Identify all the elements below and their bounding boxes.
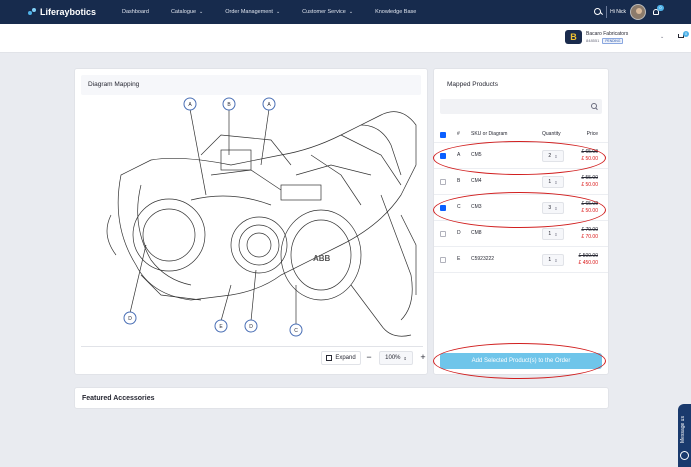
nav-dashboard[interactable]: Dashboard [122,9,149,15]
account-sub: 848551 PENDING [586,37,628,44]
search-icon[interactable] [591,103,598,110]
mapped-header: Mapped Products [440,75,602,95]
row-sku: CM4 [471,178,482,184]
sale-price: £ 70.00 [581,234,598,240]
expand-label: Expand [335,355,356,361]
nav-knowledge-base[interactable]: Knowledge Base [375,9,416,15]
col-hash: # [457,131,460,137]
avatar[interactable] [630,4,646,20]
notifications-button[interactable]: 0 [652,5,664,17]
row-pin: E [457,256,461,262]
account-id: 848551 [586,38,600,43]
message-us-label: Message us [680,416,686,444]
diagram-title: Diagram Mapping [88,81,140,88]
updown-icon: ⇕ [554,179,558,185]
list-price: £ 500.00 [578,253,598,259]
annotation-ellipse [433,141,606,175]
zoom-select[interactable]: 100% ⇕ [379,351,413,365]
updown-icon: ⇕ [554,231,558,237]
zoom-out-button[interactable]: − [363,351,375,365]
chat-icon [680,451,689,460]
row-checkbox[interactable] [440,231,446,237]
brand-logo[interactable]: Liferaybotics [28,7,96,17]
nav-dashboard-label: Dashboard [122,9,149,15]
notification-badge: 0 [657,5,664,11]
expand-icon [326,355,333,361]
account-selector[interactable]: B Bacaro Fabricators 848551 PENDING [565,30,628,44]
row-checkbox[interactable] [440,257,446,263]
select-all-checkbox[interactable] [440,132,446,138]
featured-accessories-card: Featured Accessories [74,387,609,409]
quantity-select[interactable]: 1 ⇕ [542,254,564,266]
nav-order-management[interactable]: Order Management ⌄ [225,9,280,15]
sale-price: £ 50.00 [581,182,598,188]
diagram-mapping-card: Diagram Mapping A B A D E D C ABB Expand… [74,68,428,375]
quantity-value: 1 [548,179,552,185]
cart-button[interactable]: 0 [678,31,689,41]
user-greeting[interactable]: Hi Nick [610,9,626,15]
row-sku: CM8 [471,230,482,236]
nav-customer-service-label: Customer Service [302,9,346,15]
divider [606,6,608,18]
account-info: Bacaro Fabricators 848551 PENDING [586,31,628,44]
updown-icon: ⇕ [403,355,407,361]
sale-price: £ 450.00 [578,260,598,266]
brand-name: Liferaybotics [40,7,97,17]
annotation-ellipse [433,192,606,228]
nav-order-management-label: Order Management [225,9,273,15]
chevron-down-icon: ⌄ [199,9,204,15]
quantity-value: 1 [548,257,552,263]
account-logo: B [565,30,582,44]
row-pin: D [457,230,461,236]
logo-icon [28,7,37,17]
list-price: £ 55.00 [581,175,598,181]
quantity-select[interactable]: 1 ⇕ [542,228,564,240]
nav-user-area: Hi Nick 0 [594,0,691,24]
search-input[interactable] [444,101,584,112]
list-price: £ 79.00 [581,227,598,233]
table-row[interactable]: E C5923222 1 ⇕ £ 500.00 £ 450.00 [434,247,608,273]
col-sku: SKU or Diagram [471,131,508,137]
search-icon[interactable] [594,7,603,17]
chevron-down-icon: ⌄ [348,9,354,15]
chevron-down-icon: ⌄ [275,9,281,15]
message-us-tab[interactable]: Message us [678,404,691,467]
pin-label-d: D [128,316,132,322]
account-bar: B Bacaro Fabricators 848551 PENDING ⌄ 0 [0,24,691,53]
pin-label-d2: D [249,324,253,330]
cart-badge: 0 [683,31,689,37]
expand-button[interactable]: Expand [321,351,361,365]
row-checkbox[interactable] [440,179,446,185]
robot-arm-diagram: A B A D E D C ABB [106,97,417,337]
row-pin: B [457,178,461,184]
chevron-down-icon[interactable]: ⌄ [660,34,664,40]
diagram-header: Diagram Mapping [81,75,421,95]
zoom-in-button[interactable]: + [417,351,429,365]
quantity-select[interactable]: 1 ⇕ [542,176,564,188]
mapped-title: Mapped Products [447,81,498,88]
nav-knowledge-base-label: Knowledge Base [375,9,417,15]
updown-icon: ⇕ [554,257,558,263]
zoom-toolbar: Expand − 100% ⇕ + [81,346,426,368]
col-quantity: Quantity [542,131,561,137]
pin-label-c: C [294,328,298,334]
account-name: Bacaro Fabricators [586,30,629,37]
zoom-value: 100% [385,355,401,361]
nav-customer-service[interactable]: Customer Service ⌄ [302,9,353,15]
featured-title: Featured Accessories [82,395,155,402]
quantity-value: 1 [548,231,552,237]
status-badge: PENDING [602,37,624,44]
col-price: Price [586,131,598,137]
main-nav: Dashboard Catalogue ⌄ Order Management ⌄ C… [122,9,438,15]
brand-mark: ABB [313,254,331,263]
nav-catalogue[interactable]: Catalogue ⌄ [171,9,203,15]
nav-catalogue-label: Catalogue [170,9,197,15]
mapped-search [440,99,602,114]
annotation-ellipse [433,343,606,379]
row-sku: C5923222 [471,256,495,262]
top-navigation: Liferaybotics Dashboard Catalogue ⌄ Order… [0,0,691,24]
